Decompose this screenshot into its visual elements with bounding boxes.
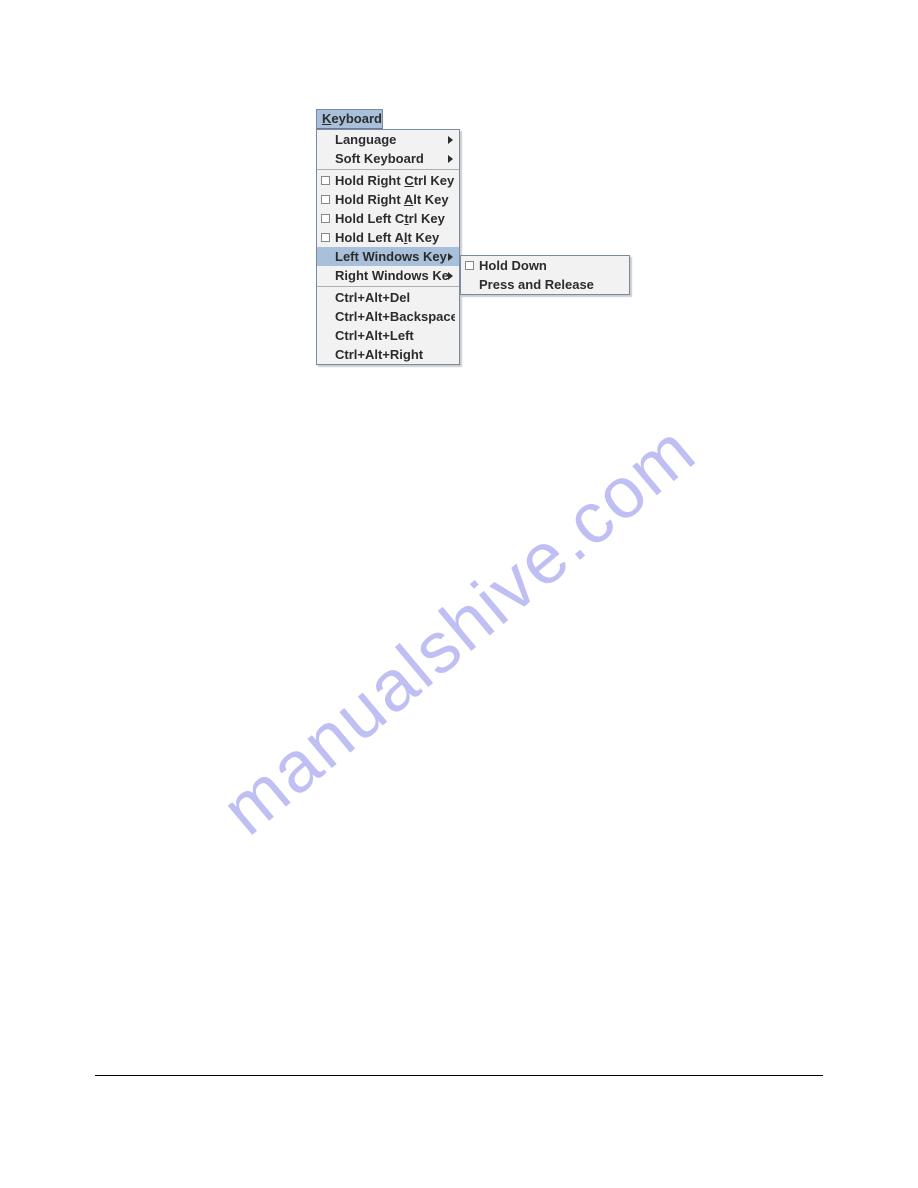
checkbox-icon xyxy=(321,195,330,204)
submenu-item-press-and-release[interactable]: Press and Release xyxy=(461,275,629,294)
menu-item-hold-left-alt[interactable]: Hold Left Alt Key xyxy=(317,228,459,247)
submenu-arrow-icon xyxy=(448,272,453,280)
watermark-text: manualshive.com xyxy=(207,409,712,851)
menu-item-label: Press and Release xyxy=(479,277,594,292)
keyboard-menu: Language Soft Keyboard Hold Right Ctrl K… xyxy=(316,129,460,365)
menu-item-ctrl-alt-right[interactable]: Ctrl+Alt+Right xyxy=(317,345,459,364)
submenu-item-hold-down[interactable]: Hold Down xyxy=(461,256,629,275)
menu-item-label: Soft Keyboard xyxy=(335,151,448,166)
menu-separator xyxy=(317,286,459,287)
submenu-arrow-icon xyxy=(448,155,453,163)
menu-item-label: Ctrl+Alt+Del xyxy=(335,290,455,305)
menu-item-label: Hold Left Ctrl Key xyxy=(335,211,455,226)
checkbox-icon xyxy=(321,233,330,242)
menu-item-label: Hold Left Alt Key xyxy=(335,230,455,245)
menu-item-ctrl-alt-left[interactable]: Ctrl+Alt+Left xyxy=(317,326,459,345)
checkbox-icon xyxy=(321,176,330,185)
menu-item-hold-right-ctrl[interactable]: Hold Right Ctrl Key xyxy=(317,171,459,190)
menu-item-soft-keyboard[interactable]: Soft Keyboard xyxy=(317,149,459,168)
menu-separator xyxy=(317,169,459,170)
checkbox-icon xyxy=(465,261,474,270)
menu-item-label: Right Windows Key xyxy=(335,268,448,283)
menu-item-label: Ctrl+Alt+Left xyxy=(335,328,455,343)
menu-item-label: Ctrl+Alt+Right xyxy=(335,347,455,362)
menubar-keyboard-label: eyboard xyxy=(331,111,382,126)
menu-item-hold-left-ctrl[interactable]: Hold Left Ctrl Key xyxy=(317,209,459,228)
submenu-arrow-icon xyxy=(448,136,453,144)
menubar-keyboard-button[interactable]: Keyboard xyxy=(316,109,383,129)
checkbox-icon xyxy=(321,214,330,223)
menu-item-label: Hold Down xyxy=(479,258,547,273)
menu-item-label: Hold Right Ctrl Key xyxy=(335,173,455,188)
menu-item-ctrl-alt-del[interactable]: Ctrl+Alt+Del xyxy=(317,288,459,307)
menu-item-ctrl-alt-backspace[interactable]: Ctrl+Alt+Backspace xyxy=(317,307,459,326)
menu-item-label: Language xyxy=(335,132,448,147)
left-windows-submenu: Hold Down Press and Release xyxy=(460,255,630,295)
menu-item-left-windows-key[interactable]: Left Windows Key xyxy=(317,247,459,266)
page-footer-rule xyxy=(95,1075,823,1076)
submenu-arrow-icon xyxy=(448,253,453,261)
menu-item-hold-right-alt[interactable]: Hold Right Alt Key xyxy=(317,190,459,209)
menubar-keyboard-mnemonic: K xyxy=(322,111,331,126)
menu-item-label: Hold Right Alt Key xyxy=(335,192,455,207)
menu-item-label: Ctrl+Alt+Backspace xyxy=(335,309,455,324)
menu-item-language[interactable]: Language xyxy=(317,130,459,149)
menu-item-right-windows-key[interactable]: Right Windows Key xyxy=(317,266,459,285)
menu-item-label: Left Windows Key xyxy=(335,249,448,264)
